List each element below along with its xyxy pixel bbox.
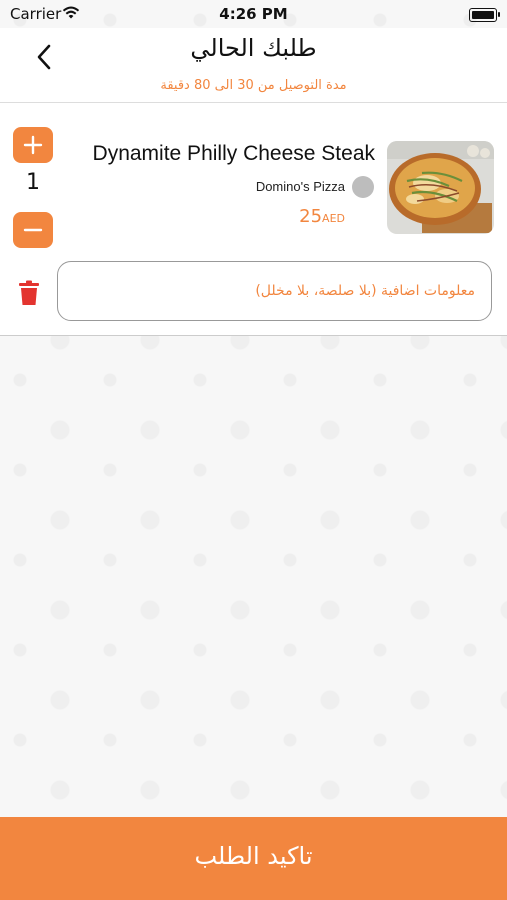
restaurant-name: Domino's Pizza: [255, 179, 345, 194]
item-price: 25AED: [299, 206, 349, 227]
page-title: طلبك الحالي: [190, 34, 317, 62]
restaurant-logo-icon: [352, 176, 374, 198]
status-bar: Carrier 4:26 PM: [0, 0, 507, 28]
battery-icon: [469, 8, 500, 22]
extra-notes-input[interactable]: [58, 262, 491, 320]
item-name: Dynamite Philly Cheese Steak: [92, 142, 375, 165]
cart-item-card: 1 Dynamite Philly Cheese Steak Domino's …: [0, 103, 507, 336]
price-currency: AED: [322, 212, 345, 225]
quantity-value: 1: [26, 170, 40, 195]
item-photo: [387, 141, 494, 234]
price-value: 25: [299, 206, 323, 227]
extra-notes-field[interactable]: [57, 261, 492, 321]
increase-quantity-button[interactable]: [13, 127, 53, 163]
clock: 4:26 PM: [219, 5, 288, 23]
confirm-order-button[interactable]: تاكيد الطلب: [0, 817, 507, 900]
plus-icon: [23, 135, 43, 155]
minus-icon: [23, 228, 43, 232]
trash-icon[interactable]: [18, 280, 40, 306]
confirm-order-label: تاكيد الطلب: [194, 842, 313, 870]
header: طلبك الحالي مدة التوصيل من 30 الى 80 دقي…: [0, 28, 507, 103]
delivery-time-note: مدة التوصيل من 30 الى 80 دقيقة: [160, 78, 347, 93]
decrease-quantity-button[interactable]: [13, 212, 53, 248]
